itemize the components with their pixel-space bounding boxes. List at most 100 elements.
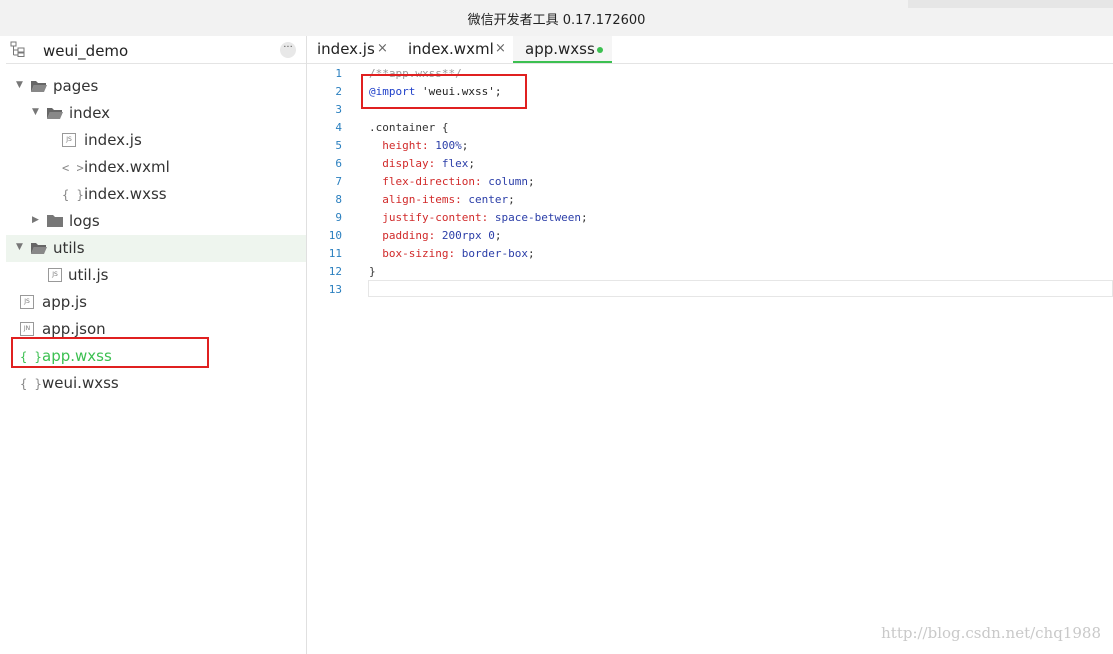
code-line: 6 display: flex; [307, 155, 1113, 173]
code-text: align-items: center; [369, 193, 515, 206]
line-number: 8 [335, 193, 342, 206]
code-text: } [369, 265, 376, 278]
tab-app-wxss[interactable]: app.wxss [513, 36, 612, 63]
tree-item-weui-wxss[interactable]: { } weui.wxss [6, 370, 306, 397]
tree-item-logs[interactable]: ▶ logs [6, 208, 306, 235]
tree-item-label: index [69, 104, 111, 122]
line-number: 11 [328, 247, 342, 260]
editor-tabs: index.js × index.wxml × app.wxss [307, 36, 1113, 64]
code-token: justify-content: [369, 211, 495, 224]
tab-label: index.js [317, 40, 375, 58]
tree-item-index[interactable]: ▼ index [6, 100, 306, 127]
code-token: ; [508, 193, 515, 206]
tab-label: index.wxml [408, 40, 494, 58]
tree-item-util-js[interactable]: JS util.js [6, 262, 306, 289]
tab-index-wxml[interactable]: index.wxml × [397, 36, 513, 63]
line-number: 1 [335, 67, 342, 80]
folder-open-icon [30, 79, 48, 97]
folder-open-icon [46, 106, 64, 124]
tree-item-label: index.js [84, 131, 142, 149]
close-icon[interactable]: × [495, 41, 506, 56]
js-file-icon: JS [48, 268, 62, 282]
code-token: ; [580, 211, 588, 224]
tree-item-label: pages [53, 77, 99, 95]
window-title: 微信开发者工具 0.17.172600 [467, 13, 646, 28]
code-file-icon: < > [62, 158, 84, 176]
style-file-icon: { } [20, 374, 42, 392]
code-text: box-sizing: border-box; [369, 247, 535, 260]
code-line: 9 justify-content: space-between; [307, 209, 1113, 227]
code-line: 13 [307, 281, 1113, 299]
chevron-down-icon[interactable]: ▼ [32, 107, 39, 117]
chevron-down-icon[interactable]: ▼ [16, 80, 23, 90]
tree-item-label: utils [53, 239, 85, 257]
tree-item-index-wxml[interactable]: < > index.wxml [6, 154, 306, 181]
line-number: 9 [335, 211, 342, 224]
tree-item-pages[interactable]: ▼ pages [6, 73, 306, 100]
line-number: 6 [335, 157, 342, 170]
line-number: 4 [335, 121, 342, 134]
code-token: align-items: [369, 193, 469, 206]
js-file-icon: JS [20, 295, 34, 309]
file-badge: JS [48, 268, 62, 282]
code-line: 4 .container { [307, 119, 1113, 137]
code-token: ; [527, 247, 535, 260]
code-token: padding: [369, 229, 442, 242]
code-text: flex-direction: column; [369, 175, 535, 188]
unsaved-dot-icon [597, 47, 603, 53]
tree-item-label: logs [69, 212, 100, 230]
close-icon[interactable]: × [377, 41, 388, 56]
project-name: weui_demo [43, 42, 129, 60]
tree-item-label: index.wxss [84, 185, 167, 203]
code-line: 7 flex-direction: column; [307, 173, 1113, 191]
file-tree-icon[interactable] [10, 41, 26, 57]
code-token: } [369, 265, 376, 278]
code-token: flex-direction: [369, 175, 489, 188]
code-token: border-box [461, 247, 528, 260]
file-badge: { } [62, 188, 84, 202]
code-token: height: [369, 139, 436, 152]
code-line: 12} [307, 263, 1113, 281]
file-badge: JN [20, 322, 34, 336]
json-file-icon: JN [20, 322, 34, 336]
code-token: box-sizing: [369, 247, 462, 260]
tree-item-utils[interactable]: ▼ utils [6, 235, 306, 262]
code-token: center [468, 193, 509, 206]
tree-item-label: app.json [42, 320, 106, 338]
code-token: space-between [494, 211, 581, 224]
folder-icon [46, 214, 64, 232]
line-number: 7 [335, 175, 342, 188]
js-file-icon: JS [62, 133, 76, 147]
tab-label: app.wxss [525, 40, 595, 58]
chevron-down-icon[interactable]: ▼ [16, 242, 23, 252]
style-file-icon: { } [62, 185, 84, 203]
code-token: 100% [435, 139, 462, 152]
line-number: 13 [328, 283, 342, 296]
tree-item-index-js[interactable]: JS index.js [6, 127, 306, 154]
tree-item-label: index.wxml [84, 158, 170, 176]
code-editor[interactable]: 1/**app.wxss**/2 @import 'weui.wxss'; 3 4 .c… [307, 64, 1113, 654]
chevron-right-icon[interactable]: ▶ [32, 215, 39, 225]
title-bar: 微信开发者工具 0.17.172600 [0, 0, 1113, 36]
watermark: http://blog.csdn.net/chq1988 [881, 624, 1101, 642]
code-line: 5 height: 100%; [307, 137, 1113, 155]
line-number: 10 [328, 229, 342, 242]
code-line: 8 align-items: center; [307, 191, 1113, 209]
tree-item-index-wxss[interactable]: { } index.wxss [6, 181, 306, 208]
code-token: column [488, 175, 528, 188]
code-token: .container { [369, 121, 449, 134]
code-token: flex [441, 157, 469, 170]
file-badge: < > [62, 161, 84, 175]
file-badge: JS [62, 133, 76, 147]
line-number: 2 [335, 85, 342, 98]
code-token: ; [461, 139, 469, 152]
tree-item-label: weui.wxss [42, 374, 119, 392]
tree-item-app-js[interactable]: JS app.js [6, 289, 306, 316]
tab-index-js[interactable]: index.js × [307, 36, 397, 63]
folder-open-icon [30, 241, 48, 259]
code-text: display: flex; [369, 157, 475, 170]
highlight-box-import [361, 74, 527, 109]
more-options-button[interactable]: ··· [280, 42, 296, 58]
code-token: ; [468, 157, 475, 170]
code-token: ; [527, 175, 535, 188]
